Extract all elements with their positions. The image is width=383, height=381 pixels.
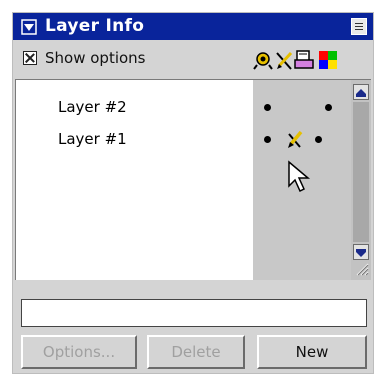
panel-title: Layer Info [45,16,145,36]
show-options-label: Show options [45,49,146,67]
scroll-down-arrow-icon [356,249,366,257]
scroll-down-button[interactable] [353,244,369,260]
scroll-track[interactable] [353,102,369,242]
layer-row-1[interactable]: Layer #1 [58,130,127,148]
layer-name-input[interactable] [21,299,367,327]
layer-1-edit-pencil-icon[interactable] [285,130,305,150]
scroll-up-button[interactable] [353,84,369,100]
layer-status-column[interactable] [253,79,351,280]
layer-1-print-dot[interactable] [315,136,322,143]
collapse-triangle-icon[interactable] [21,19,37,35]
new-button[interactable]: New [257,335,367,369]
layer-1-visible-dot[interactable] [264,136,271,143]
color-swatch-icon [319,51,337,69]
panel-menu-icon[interactable] [351,18,367,35]
eye-icon [253,52,273,70]
layer-row-2[interactable]: Layer #2 [58,98,127,116]
layer-2-visible-dot[interactable] [264,104,271,111]
resize-grip-icon[interactable] [355,262,369,276]
title-bar[interactable]: Layer Info [13,13,373,40]
layer-info-panel: Layer Info Show options Layer #2 Layer #… [12,12,374,374]
show-options-checkbox[interactable] [23,51,37,65]
layer-2-print-dot[interactable] [325,104,332,111]
options-button[interactable]: Options... [21,335,137,369]
delete-button[interactable]: Delete [147,335,245,369]
scroll-up-arrow-icon [356,89,366,97]
layer-list-scrollbar[interactable] [351,79,371,280]
column-header-icons [253,50,337,70]
mouse-cursor-icon [288,160,311,193]
pencil-icon [276,51,293,70]
layer-list[interactable]: Layer #2 Layer #1 [15,79,254,280]
print-icon [294,50,314,69]
options-row: Show options [13,41,373,79]
